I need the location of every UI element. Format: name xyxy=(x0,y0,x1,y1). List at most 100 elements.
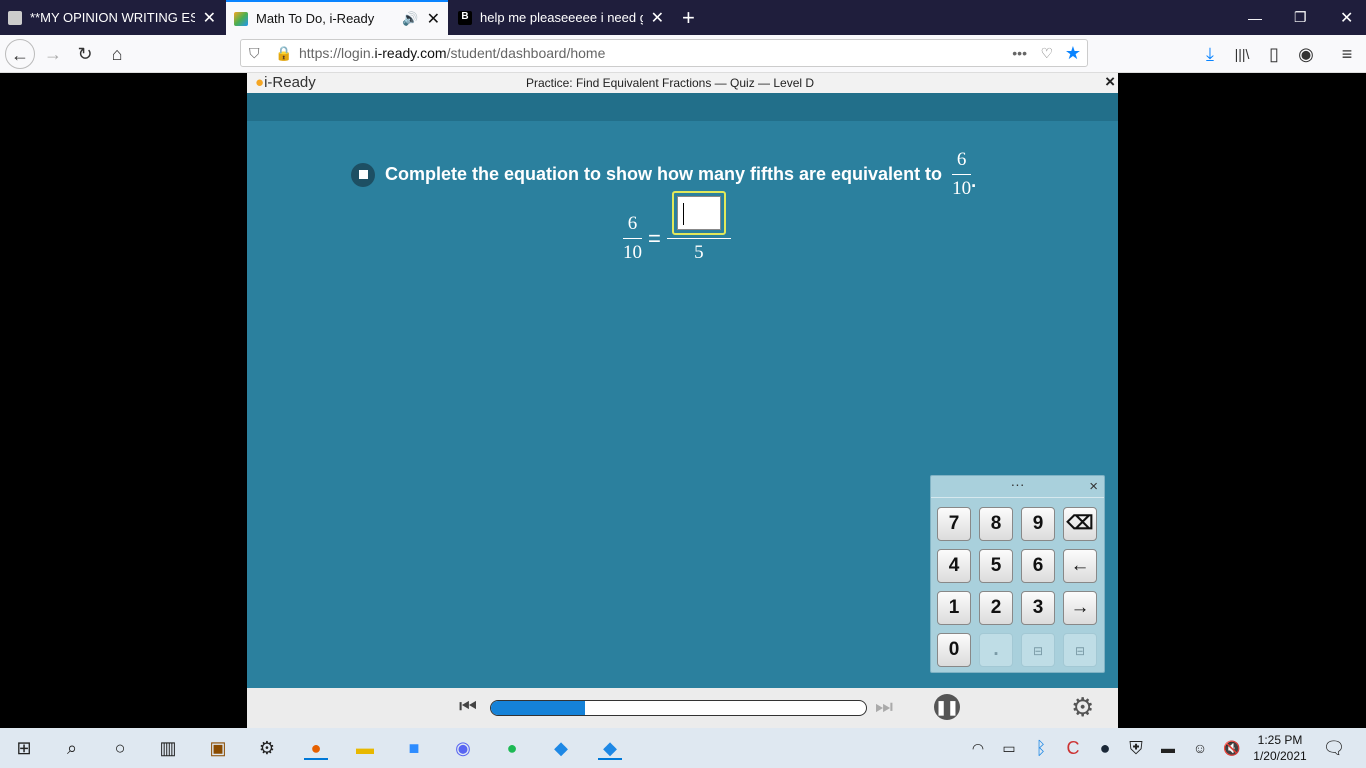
close-tab-icon[interactable]: ✕ xyxy=(203,8,216,28)
keypad-drag-handle[interactable]: ··· × xyxy=(931,476,1104,498)
home-button[interactable]: ⌂ xyxy=(102,39,132,69)
more-icon[interactable]: ••• xyxy=(1012,40,1027,66)
spotify-icon[interactable]: ● xyxy=(500,736,524,760)
tab-title: help me pleaseeeee i need goo xyxy=(480,10,643,25)
skip-back-icon[interactable]: ⏮ xyxy=(459,696,477,719)
key-9[interactable]: 9 xyxy=(1021,507,1055,541)
mixed-number-key[interactable]: ⊟ xyxy=(1021,633,1055,667)
download-icon[interactable]: ⤓ xyxy=(1195,39,1225,69)
tab-brainly[interactable]: Bhelp me pleaseeeee i need goo ✕ xyxy=(450,0,672,35)
key-1[interactable]: 1 xyxy=(937,591,971,625)
doc-icon xyxy=(8,10,22,25)
speaker-icon[interactable]: 🔊 xyxy=(402,11,418,27)
left-fraction: 6 10 xyxy=(623,213,642,263)
tab-title: Math To Do, i-Ready xyxy=(256,11,375,26)
key-6[interactable]: 6 xyxy=(1021,549,1055,583)
skip-forward-icon[interactable]: ⏭ xyxy=(875,696,893,719)
camera-icon[interactable]: ▭ xyxy=(997,736,1021,760)
lesson-header: ●i-Ready Practice: Find Equivalent Fract… xyxy=(247,72,1118,93)
key-3[interactable]: 3 xyxy=(1021,591,1055,625)
progress-bar xyxy=(490,700,867,716)
equals-sign: = xyxy=(648,225,661,251)
key-7[interactable]: 7 xyxy=(937,507,971,541)
url-prefix: https://login. xyxy=(299,45,375,61)
question-text: Complete the equation to show how many f… xyxy=(385,164,943,184)
pause-button[interactable]: ❚❚ xyxy=(934,694,960,720)
url-bar[interactable]: ⛉ 🔒 https://login.i-ready.com/student/da… xyxy=(240,39,1088,67)
right-fraction: 5 xyxy=(666,191,731,264)
roblox-icon[interactable]: ◆ xyxy=(598,736,622,760)
key-5[interactable]: 5 xyxy=(979,549,1013,583)
minimize-button[interactable]: — xyxy=(1240,0,1270,35)
security-shield-icon[interactable]: ⛨ xyxy=(1124,736,1148,760)
roblox-studio-icon[interactable]: ◆ xyxy=(549,736,573,760)
steam-icon[interactable]: ● xyxy=(1093,736,1117,760)
fraction-key[interactable]: ⊟ xyxy=(1063,633,1097,667)
equation: 6 10 = 5 xyxy=(623,191,731,264)
tab-iready[interactable]: Math To Do, i-Ready 🔊 ✕ xyxy=(226,0,448,35)
iready-frame: ●i-Ready Practice: Find Equivalent Fract… xyxy=(247,72,1118,728)
date: 1/20/2021 xyxy=(1253,749,1307,763)
close-tab-icon[interactable]: ✕ xyxy=(651,8,664,28)
key-right-arrow[interactable]: → xyxy=(1063,591,1097,625)
close-window-button[interactable]: ✕ xyxy=(1332,0,1361,35)
discord-tray-icon[interactable]: ☺ xyxy=(1188,736,1212,760)
nav-bar: ← → ↻ ⌂ ⛉ 🔒 https://login.i-ready.com/st… xyxy=(0,35,1366,73)
library-icon[interactable]: |||\ xyxy=(1227,39,1257,69)
key-decimal[interactable]: . xyxy=(979,633,1013,667)
ccleaner-icon[interactable]: C xyxy=(1061,736,1085,760)
restore-button[interactable]: ❐ xyxy=(1286,0,1315,35)
close-lesson-button[interactable]: × xyxy=(1105,72,1115,92)
new-tab-button[interactable]: + xyxy=(674,0,703,35)
period: . xyxy=(971,171,977,191)
zoom-icon[interactable]: ■ xyxy=(402,736,426,760)
discord-icon[interactable]: ◉ xyxy=(451,736,475,760)
close-tab-icon[interactable]: ✕ xyxy=(427,9,440,29)
cortana-icon[interactable]: ○ xyxy=(108,736,132,760)
key-backspace[interactable]: ⌫ xyxy=(1063,507,1097,541)
back-button[interactable]: ← xyxy=(5,39,35,69)
account-icon[interactable]: ◉ xyxy=(1291,39,1321,69)
battery-icon[interactable]: ▬ xyxy=(1156,736,1180,760)
numerator-answer-input[interactable] xyxy=(671,191,726,235)
time: 1:25 PM xyxy=(1257,733,1303,747)
windows-start-icon[interactable]: ⊞ xyxy=(12,736,36,760)
keypad-close-button[interactable]: × xyxy=(1089,478,1098,495)
bluetooth-icon[interactable]: ᛒ xyxy=(1029,736,1053,760)
progress-fill xyxy=(491,701,585,715)
firefox-icon[interactable]: ● xyxy=(304,736,328,760)
lesson-title: Practice: Find Equivalent Fractions — Qu… xyxy=(525,76,815,90)
search-icon[interactable]: ⌕ xyxy=(60,736,84,760)
sidebar-icon[interactable]: ▯ xyxy=(1259,39,1289,69)
settings-gear-icon[interactable]: ⚙ xyxy=(1071,692,1094,723)
notifications-icon[interactable]: 🗨 xyxy=(1322,736,1346,760)
clock[interactable]: 1:25 PM 1/20/2021 xyxy=(1250,732,1310,764)
key-4[interactable]: 4 xyxy=(937,549,971,583)
key-0[interactable]: 0 xyxy=(937,633,971,667)
settings-icon[interactable]: ⚙ xyxy=(255,736,279,760)
wifi-icon[interactable]: ◠ xyxy=(966,736,990,760)
header-band xyxy=(247,93,1118,121)
key-left-arrow[interactable]: ← xyxy=(1063,549,1097,583)
file-explorer-icon[interactable]: ▬ xyxy=(353,736,377,760)
forward-button[interactable]: → xyxy=(38,39,68,69)
menu-icon[interactable]: ≡ xyxy=(1332,39,1362,69)
lock-icon: 🔒 xyxy=(275,45,293,61)
iready-favicon-icon xyxy=(234,11,248,26)
audio-stop-icon[interactable] xyxy=(351,162,375,187)
browser-tab-bar: **MY OPINION WRITING ESSAY ✕ Math To Do, … xyxy=(0,0,1366,35)
taskbar: ⊞ ⌕ ○ ▥ ▣ ⚙ ● ▬ ■ ◉ ● ◆ ◆ ◠ ▭ ᛒ C ● ⛨ ▬ … xyxy=(0,728,1366,768)
bookmark-star-icon[interactable]: ★ xyxy=(1065,40,1081,66)
key-2[interactable]: 2 xyxy=(979,591,1013,625)
shield-icon: ⛉ xyxy=(249,45,260,61)
question-fraction: 6 10 xyxy=(952,149,972,199)
keypad: ··· × 7 8 9 ⌫ 4 5 6 ← 1 2 3 → 0. ⊟ ⊟ xyxy=(930,475,1105,673)
task-view-icon[interactable]: ▥ xyxy=(156,736,180,760)
store-icon[interactable]: ▣ xyxy=(206,736,230,760)
url-path: /student/dashboard/home xyxy=(446,45,606,61)
pocket-icon[interactable]: ♡ xyxy=(1040,40,1053,66)
key-8[interactable]: 8 xyxy=(979,507,1013,541)
volume-muted-icon[interactable]: 🔇 xyxy=(1220,736,1244,760)
reload-button[interactable]: ↻ xyxy=(70,39,100,69)
tab-opinion-essay[interactable]: **MY OPINION WRITING ESSAY ✕ xyxy=(0,0,224,35)
